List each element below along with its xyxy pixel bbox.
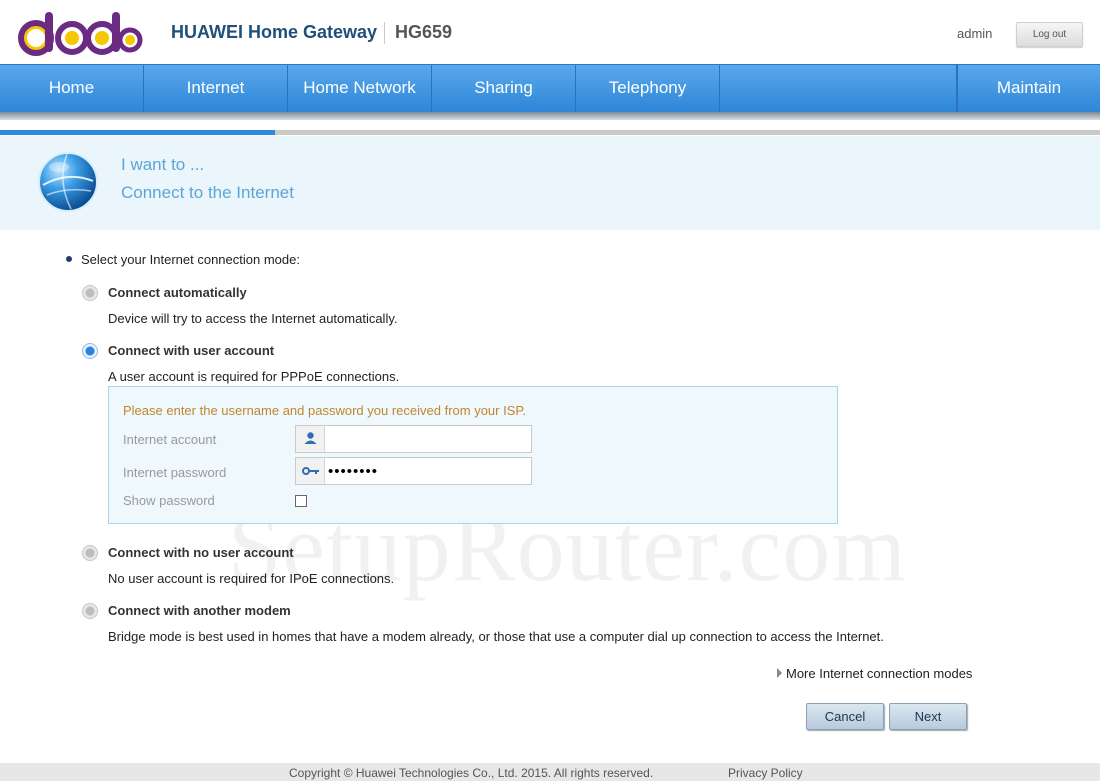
banner-want-text: I want to ...	[121, 155, 205, 174]
more-connection-modes-link[interactable]: More Internet connection modes	[777, 666, 972, 681]
nav-shadow	[0, 112, 1100, 120]
wizard-banner: I want to ... Connect to the Internet	[0, 136, 1100, 230]
internet-account-input[interactable]	[326, 426, 530, 452]
main-nav: Home Internet Home Network Sharing Telep…	[0, 64, 1100, 113]
option-title: Connect with user account	[108, 343, 275, 358]
option-description: Bridge mode is best used in homes that h…	[108, 629, 884, 644]
internet-password-label: Internet password	[123, 465, 227, 480]
option-description: No user account is required for IPoE con…	[108, 571, 395, 586]
triangle-right-icon	[777, 668, 782, 678]
model-name: HG659	[395, 22, 453, 42]
privacy-policy-link[interactable]: Privacy Policy	[728, 766, 803, 780]
nav-telephony[interactable]: Telephony	[576, 65, 720, 113]
nav-home-network[interactable]: Home Network	[288, 65, 432, 113]
internet-account-field	[295, 425, 532, 453]
cancel-button[interactable]: Cancel	[806, 703, 884, 730]
radio-connect-another-modem[interactable]	[82, 603, 98, 619]
banner-goal-text: Connect to the Internet	[121, 183, 294, 202]
option-description: Device will try to access the Internet a…	[108, 311, 398, 326]
logout-button[interactable]: Log out	[1016, 22, 1083, 47]
bullet-icon	[66, 256, 72, 262]
internet-password-input[interactable]	[326, 458, 530, 484]
radio-connect-with-user-account[interactable]	[82, 343, 98, 359]
option-title: Connect with another modem	[108, 603, 291, 618]
brand-title: HUAWEI Home Gateway	[171, 22, 378, 42]
option-title: Connect with no user account	[108, 545, 294, 560]
option-title: Connect automatically	[108, 285, 247, 300]
option-description: A user account is required for PPPoE con…	[108, 369, 400, 384]
username-label: admin	[957, 26, 993, 41]
nav-internet[interactable]: Internet	[144, 65, 288, 113]
nav-home[interactable]: Home	[0, 65, 144, 113]
wizard-progress-fill	[0, 130, 275, 135]
nav-sharing[interactable]: Sharing	[432, 65, 576, 113]
dodo-logo	[18, 12, 143, 56]
brand-divider	[384, 22, 385, 44]
copyright-text: Copyright © Huawei Technologies Co., Ltd…	[289, 766, 654, 780]
header: HUAWEI Home Gateway HG659 admin Log out	[0, 0, 1100, 64]
nav-maintain[interactable]: Maintain	[957, 65, 1100, 113]
internet-account-label: Internet account	[123, 432, 217, 447]
next-button[interactable]: Next	[889, 703, 967, 730]
show-password-label: Show password	[123, 493, 215, 508]
globe-icon	[38, 152, 98, 212]
isp-hint: Please enter the username and password y…	[123, 403, 526, 418]
connection-mode-prompt: Select your Internet connection mode:	[81, 252, 300, 267]
show-password-checkbox[interactable]	[295, 495, 307, 507]
nav-spacer	[720, 65, 957, 113]
radio-connect-no-user-account[interactable]	[82, 545, 98, 561]
radio-connect-automatically[interactable]	[82, 285, 98, 301]
account-form: Please enter the username and password y…	[108, 386, 838, 524]
more-connection-modes-label: More Internet connection modes	[786, 666, 973, 681]
internet-password-field	[295, 457, 532, 485]
key-icon	[296, 458, 325, 484]
user-icon	[296, 426, 325, 452]
